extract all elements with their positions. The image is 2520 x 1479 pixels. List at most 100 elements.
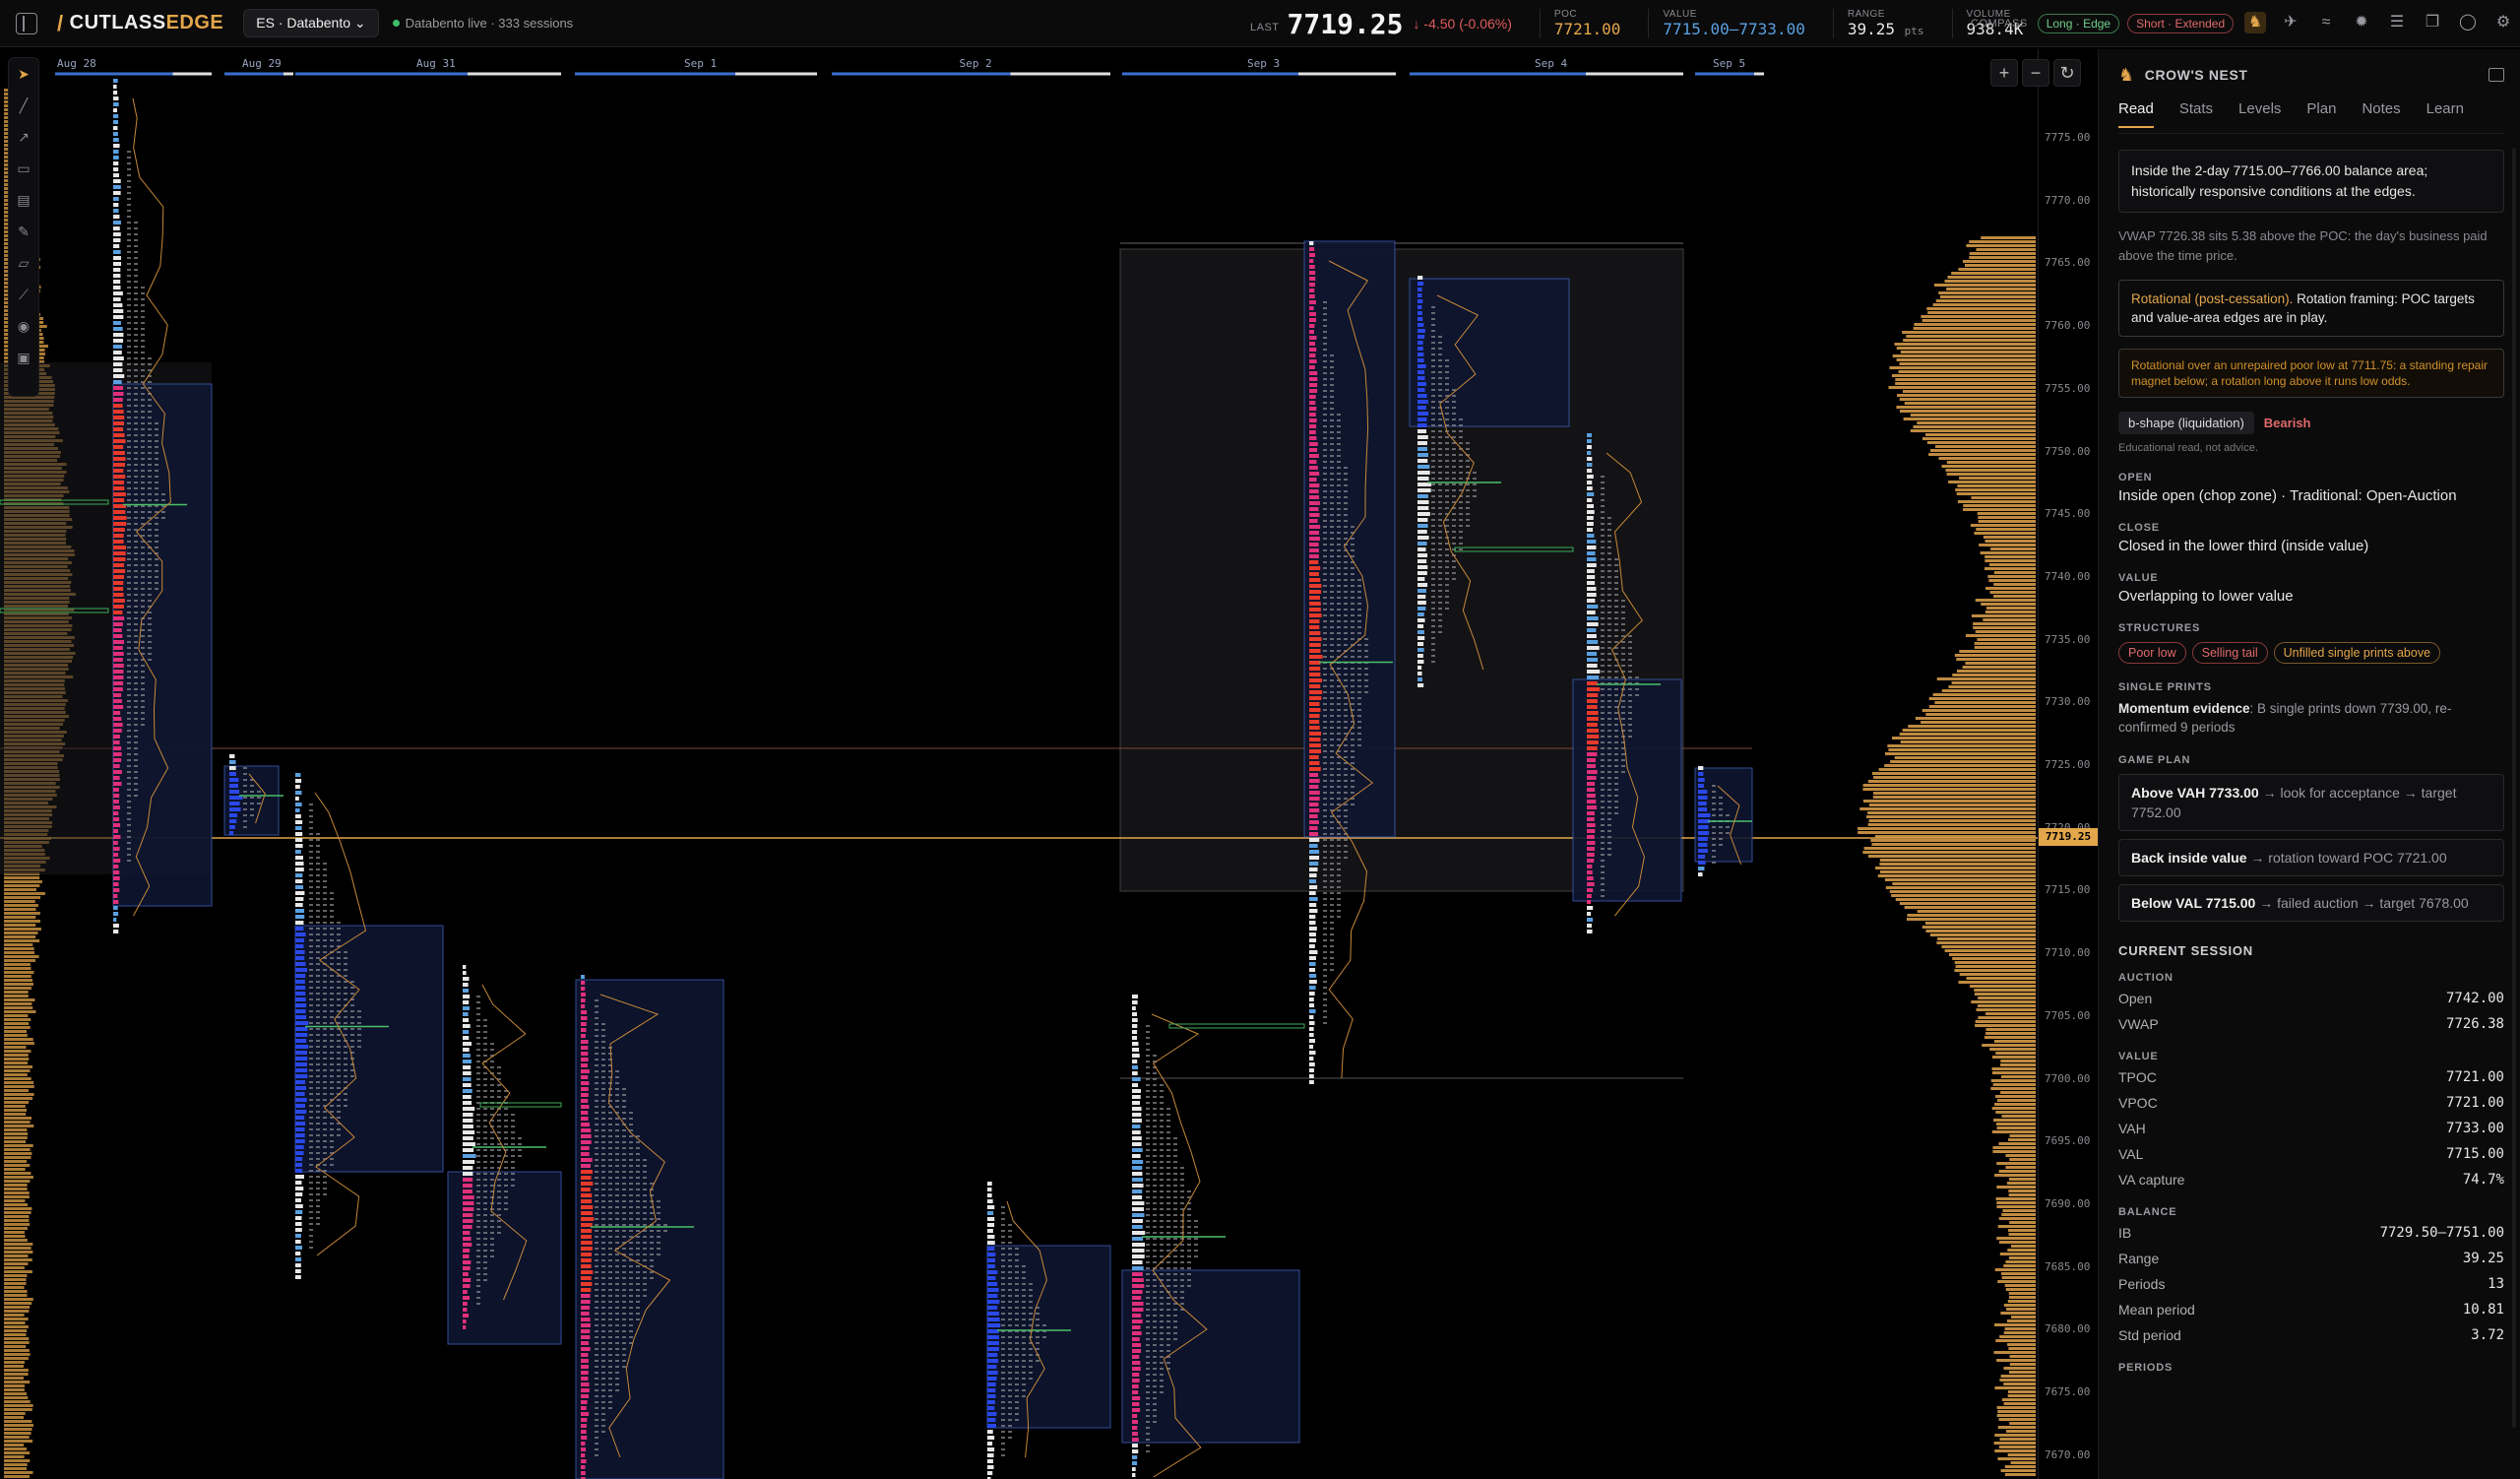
market-profile-chart[interactable]: Aug 28 Aug 29 Aug 31 Sep 1 Sep 2 Sep 3 Sep 4 Se… xyxy=(0,49,2038,1479)
tpoc-bar xyxy=(113,339,124,343)
tpo-letter xyxy=(1194,1226,1198,1228)
volume-profile-bar xyxy=(1899,398,2036,401)
tpo-letter xyxy=(1614,806,1618,808)
price-axis[interactable]: 7775.00 7770.00 7765.00 7760.00 7755.00 7750.… xyxy=(2038,49,2098,1479)
ruler-icon[interactable]: ⟋ xyxy=(14,285,33,304)
tpo-letter xyxy=(1173,1273,1177,1275)
compass-short-pill[interactable]: Short · Extended xyxy=(2127,14,2235,33)
tab-stats[interactable]: Stats xyxy=(2179,100,2213,126)
dock-icon[interactable] xyxy=(2488,68,2504,82)
tpo-letter xyxy=(357,1040,361,1042)
pencil-icon[interactable]: ✎ xyxy=(14,222,33,241)
layers-icon[interactable]: ❐ xyxy=(2422,12,2443,33)
sun-icon[interactable]: ✹ xyxy=(2351,12,2372,33)
tpo-letter xyxy=(1330,792,1334,794)
tab-notes[interactable]: Notes xyxy=(2362,100,2400,126)
tpo-letter xyxy=(309,833,313,835)
tpo-letter xyxy=(1323,408,1327,410)
tpoc-bar xyxy=(1309,1015,1314,1019)
tpoc-bar xyxy=(463,1024,471,1028)
symbol-select[interactable]: ES · Databento ⌄ xyxy=(243,9,379,37)
tpo-letter xyxy=(1323,679,1327,681)
composite-profile-bar xyxy=(4,1054,29,1057)
tpoc-bar xyxy=(113,481,124,484)
tpo-letter xyxy=(608,1401,612,1403)
eye-icon[interactable]: ◉ xyxy=(14,316,33,336)
crow-icon[interactable]: ♞ xyxy=(2244,12,2266,33)
sidebar-toggle-icon[interactable] xyxy=(16,12,37,34)
volume-profile-bar xyxy=(1928,705,2036,708)
tpo-letter xyxy=(1323,762,1327,764)
tpo-letter xyxy=(127,523,131,525)
composite-profile-bar xyxy=(4,1152,32,1155)
volume-profile-bar xyxy=(2008,1371,2036,1374)
reset-view-button[interactable]: ↻ xyxy=(2053,59,2081,87)
tpo-letter xyxy=(243,826,247,828)
tpo-letter xyxy=(504,1137,508,1139)
wings-icon[interactable]: ≈ xyxy=(2315,12,2337,33)
tab-learn[interactable]: Learn xyxy=(2426,100,2464,126)
tpo-letter xyxy=(316,1022,320,1024)
settings-icon[interactable]: ⚙ xyxy=(2492,12,2514,33)
compass-long-pill[interactable]: Long · Edge xyxy=(2037,14,2120,33)
zoom-out-button[interactable]: − xyxy=(2022,59,2049,87)
tpoc-bar xyxy=(295,785,300,789)
tpo-letter xyxy=(1337,916,1341,918)
tpo-letter xyxy=(1452,418,1456,420)
volume-profile-bar xyxy=(1990,1087,2036,1090)
zoom-controls: + − ↻ xyxy=(1990,59,2081,87)
composite-profile-bar xyxy=(4,1428,32,1431)
tpo-letter xyxy=(1601,588,1605,590)
tpo-letter xyxy=(1337,626,1341,628)
zoom-in-button[interactable]: + xyxy=(1990,59,2018,87)
tpo-letter xyxy=(316,1093,320,1095)
tpoc-bar xyxy=(581,1323,591,1327)
tpo-letter xyxy=(636,1159,640,1161)
tpo-letter xyxy=(1146,1350,1150,1352)
range-tool-icon[interactable]: ▤ xyxy=(14,190,33,210)
chip-poor-low[interactable]: Poor low xyxy=(2118,642,2186,664)
note-icon[interactable]: ▱ xyxy=(14,253,33,273)
tab-levels[interactable]: Levels xyxy=(2238,100,2281,126)
camera-icon[interactable]: ▣ xyxy=(14,348,33,367)
cursor-icon[interactable]: ➤ xyxy=(14,64,33,84)
tpo-letter xyxy=(141,322,145,324)
tpoc-bar xyxy=(295,1157,303,1161)
list-icon[interactable]: ☰ xyxy=(2386,12,2408,33)
volume-profile-bar xyxy=(1895,378,2036,381)
tpo-letter xyxy=(636,1295,640,1297)
tpo-letter xyxy=(511,1125,515,1127)
tpo-letter xyxy=(1015,1389,1019,1391)
tpo-letter xyxy=(1614,635,1618,637)
arrow-tool-icon[interactable]: ↗ xyxy=(14,127,33,147)
tpo-letter xyxy=(141,334,145,336)
tpo-letter xyxy=(1438,596,1442,598)
bird-icon[interactable]: ✈ xyxy=(2280,12,2301,33)
composite-profile-bar xyxy=(4,1050,32,1053)
tpo-letter xyxy=(1635,688,1639,690)
tpo-letter xyxy=(1601,505,1605,507)
tpo-letter xyxy=(1466,442,1470,444)
panel-scrollbar[interactable] xyxy=(2512,148,2516,1428)
tpo-letter xyxy=(1146,1043,1150,1045)
tab-read[interactable]: Read xyxy=(2118,100,2154,128)
tpo-letter xyxy=(1431,466,1435,468)
current-price-marker: 7719.25 xyxy=(2039,828,2098,847)
tab-plan[interactable]: Plan xyxy=(2306,100,2336,126)
tpo-letter xyxy=(1621,771,1625,773)
tpo-letter xyxy=(1166,1244,1170,1246)
composite-profile-bar xyxy=(4,880,42,883)
tpoc-bar xyxy=(463,1000,470,1004)
tpoc-bar xyxy=(987,1253,996,1256)
tpo-letter xyxy=(1431,483,1435,485)
chat-icon[interactable]: ◯ xyxy=(2457,12,2479,33)
rect-tool-icon[interactable]: ▭ xyxy=(14,159,33,178)
volume-profile-bar xyxy=(2004,1284,2036,1287)
tpoc-bar xyxy=(229,784,239,788)
tpo-letter xyxy=(622,1165,626,1167)
line-tool-icon[interactable]: ╱ xyxy=(14,96,33,115)
tpoc-bar xyxy=(1418,335,1425,339)
tpo-letter xyxy=(1160,1350,1164,1352)
chip-single-prints[interactable]: Unfilled single prints above xyxy=(2273,642,2441,664)
chip-selling-tail[interactable]: Selling tail xyxy=(2191,642,2268,664)
